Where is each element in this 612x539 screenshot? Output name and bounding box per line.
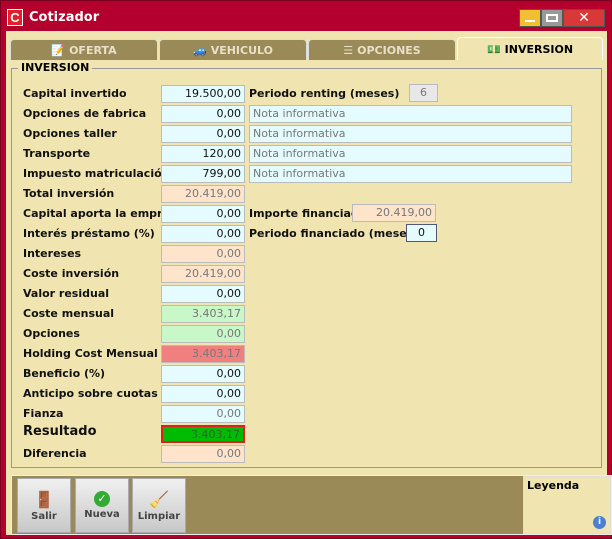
leyenda-panel: Leyenda i [523,476,611,534]
check-circle-icon: ✓ [94,491,110,507]
close-button[interactable]: ✕ [563,9,605,27]
broom-icon: 🧹 [149,489,169,509]
car-icon: 🚙 [192,43,207,57]
field-13: 0,00 [161,325,245,343]
field-label: Diferencia [23,447,87,460]
field-1[interactable]: 19.500,00 [161,85,245,103]
field-9: 0,00 [161,245,245,263]
limpiar-button[interactable]: 🧹 Limpiar [132,478,186,533]
window-title: Cotizador [29,9,100,25]
field-label: Capital aporta la empresa [23,207,184,220]
field-14: 3.403,17 [161,345,245,363]
bottom-toolbar: 🚪 Salir ✓ Nueva 🧹 Limpiar Leyenda i [11,475,612,535]
field-16[interactable]: 0,00 [161,385,245,403]
title-bar: C Cotizador [7,6,307,28]
importe-financiado-field: 20.419,00 [352,204,436,222]
field-12: 3.403,17 [161,305,245,323]
tab-opciones[interactable]: ☰ OPCIONES [308,39,456,60]
field-label: Beneficio (%) [23,367,106,380]
info-icon[interactable]: i [593,516,606,529]
field-2[interactable]: 0,00 [161,105,245,123]
button-label: Limpiar [137,510,181,522]
periodo-financiado-field[interactable]: 0 [406,224,437,242]
field-5[interactable]: 799,00 [161,165,245,183]
field-7[interactable]: 0,00 [161,205,245,223]
leyenda-label: Leyenda [527,479,580,492]
exit-door-icon: 🚪 [34,489,54,509]
window-body: 📝 OFERTA 🚙 VEHICULO ☰ OPCIONES 💵 INVERSION I… [6,31,612,535]
field-label: Valor residual [23,287,110,300]
tab-label: OFERTA [69,43,117,57]
field-label: Interés préstamo (%) [23,227,155,240]
tab-label: VEHICULO [210,43,273,57]
nota-informativa-field[interactable]: Nota informativa [249,105,572,123]
section-title: INVERSION [18,61,93,74]
field-label: Opciones de fabrica [23,107,147,120]
field-4[interactable]: 120,00 [161,145,245,163]
field-3[interactable]: 0,00 [161,125,245,143]
field-label: Holding Cost Mensual [23,347,158,360]
field-label: Opciones [23,327,80,340]
window: C Cotizador ✕ 📝 OFERTA 🚙 VEHICULO ☰ OPCIONE… [0,0,612,539]
field-15[interactable]: 0,00 [161,365,245,383]
nota-informativa-field[interactable]: Nota informativa [249,125,572,143]
app-logo-icon: C [7,8,23,26]
tab-oferta[interactable]: 📝 OFERTA [10,39,158,60]
field-8[interactable]: 0,00 [161,225,245,243]
field-label: Capital invertido [23,87,127,100]
field-18: 3.403,17 [161,425,245,443]
field-label: Impuesto matriculación [23,167,170,180]
nota-informativa-field[interactable]: Nota informativa [249,145,572,163]
field-label: Intereses [23,247,82,260]
document-icon: 📝 [51,43,66,57]
periodo-renting-field: 6 [409,84,438,102]
field-label: Anticipo sobre cuotas [23,387,158,400]
tab-label: OPCIONES [357,43,421,57]
field-label: Opciones taller [23,127,117,140]
tab-vehiculo[interactable]: 🚙 VEHICULO [159,39,307,60]
nueva-button[interactable]: ✓ Nueva [75,478,129,533]
field-label: Fianza [23,407,64,420]
field-19: 0,00 [161,445,245,463]
periodo-renting-label: Periodo renting (meses) [249,87,400,100]
field-label: Transporte [23,147,91,160]
minimize-button[interactable] [519,9,541,27]
salir-button[interactable]: 🚪 Salir [17,478,71,533]
tab-label: INVERSION [504,42,574,56]
field-label: Resultado [23,424,97,439]
importe-financiado-label: Importe financiado [249,207,367,220]
button-label: Nueva [84,509,120,520]
field-label: Total inversión [23,187,115,200]
field-10: 20.419,00 [161,265,245,283]
money-icon: 💵 [486,42,501,56]
list-icon: ☰ [343,43,354,57]
field-label: Coste mensual [23,307,115,320]
button-label: Salir [31,510,57,522]
nota-informativa-field[interactable]: Nota informativa [249,165,572,183]
periodo-financiado-label: Periodo financiado (meses) [249,227,419,240]
tab-inversion[interactable]: 💵 INVERSION [457,37,603,60]
field-6: 20.419,00 [161,185,245,203]
maximize-button[interactable] [541,9,563,27]
field-label: Coste inversión [23,267,120,280]
field-11[interactable]: 0,00 [161,285,245,303]
field-17: 0,00 [161,405,245,423]
